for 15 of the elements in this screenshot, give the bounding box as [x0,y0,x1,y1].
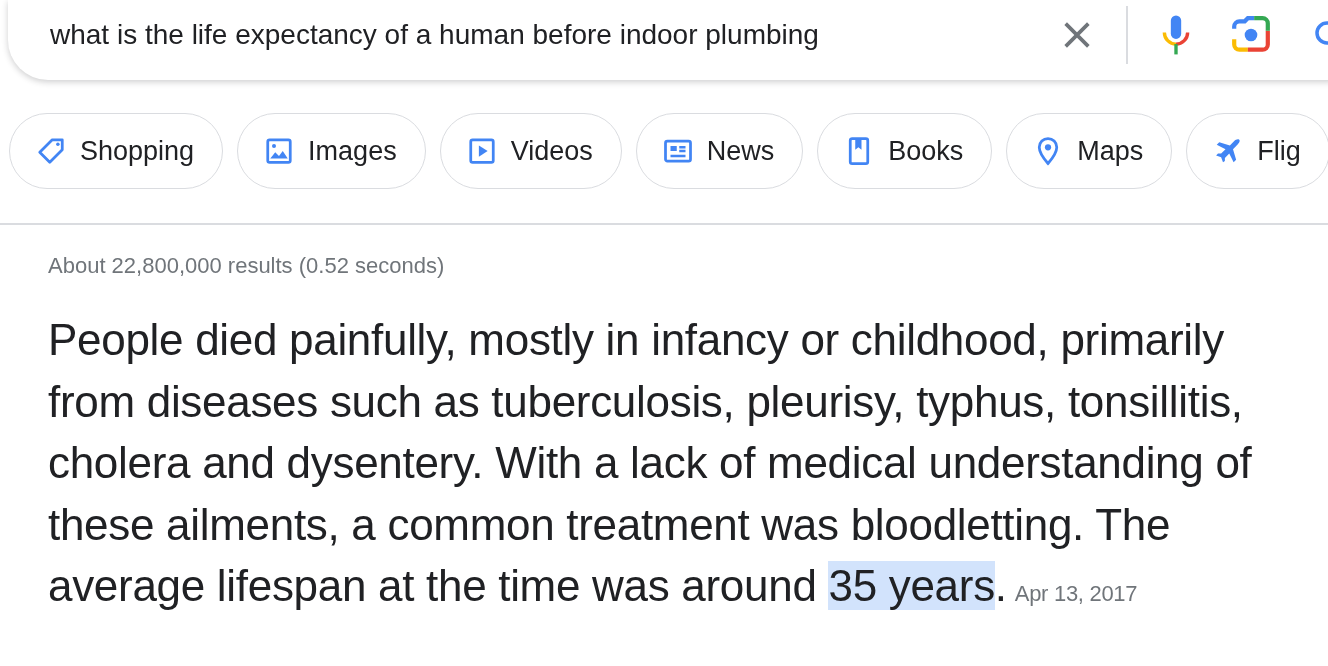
filter-chip[interactable]: Images [237,113,426,189]
filter-chip[interactable]: News [635,113,804,189]
camera-icon[interactable] [1230,16,1272,54]
microphone-icon[interactable] [1160,13,1192,57]
filter-chip[interactable]: Maps [1006,113,1173,189]
play-icon [466,136,497,166]
image-icon [264,136,295,166]
filter-chip[interactable]: Flig [1186,113,1328,189]
answer-text: People died painfully, mostly in infancy or childhood, primarily from diseases such as tuberculosis, pleurisy, typhus, tonsillitis, cholera and dysentery. With a lack of medical understanding of these ailments, a common treatment was bloodletting. The average lifespan at the time was around 35 years. Apr 13, 2017 [48,314,1253,612]
result-stats: About 22,800,000 results (0.52 seconds) [47,252,446,279]
search-field[interactable]: what is the life expectancy of a human before indoor plumbing [50,19,1040,51]
filter-chip[interactable]: Books [817,113,993,189]
tag-icon [36,136,66,166]
filter-chip[interactable]: Shopping [9,113,224,189]
filter-chip[interactable]: Videos [439,113,622,189]
